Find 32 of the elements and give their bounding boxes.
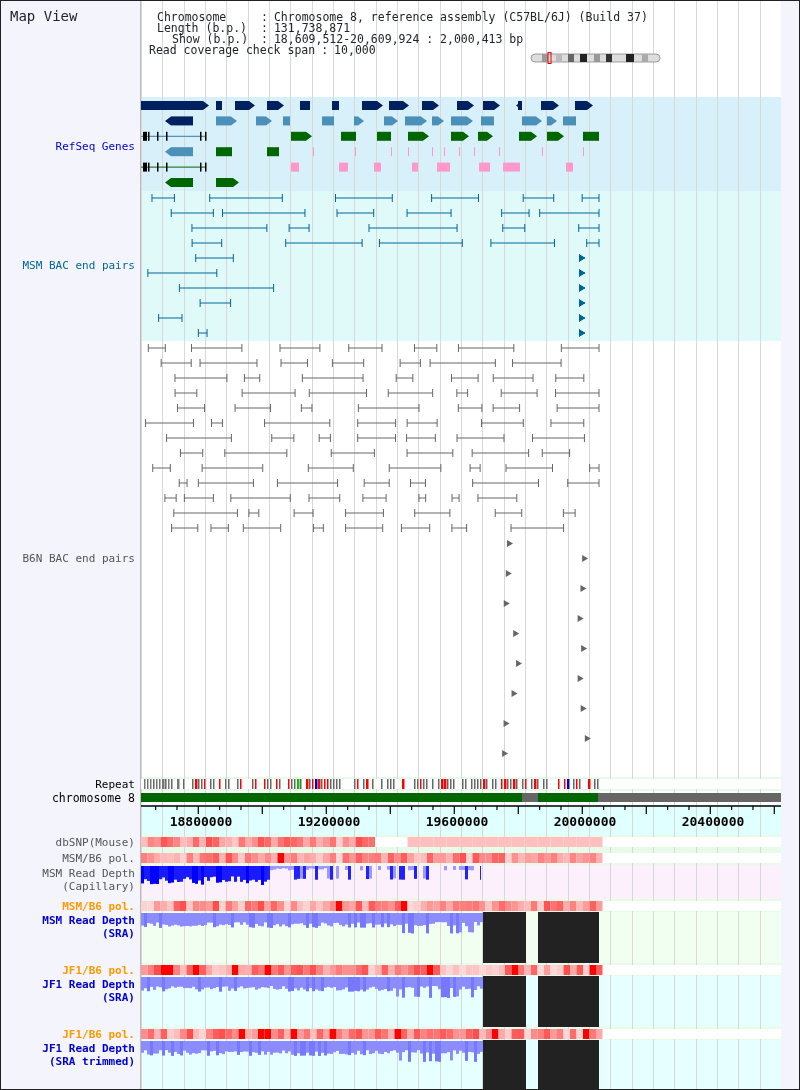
info-label: Read coverage check span [149,45,316,56]
info-value: 18,609,512-20,609,924 : 2,000,413 bp [273,34,524,45]
tick-label: 19600000 [425,814,489,829]
separator: : [261,34,268,45]
track-label: JF1 Read Depth (SRA) [42,978,135,1004]
track-label: JF1/B6 pol. [62,964,135,977]
tick-label: 20400000 [681,814,745,829]
info-value: 10,000 [334,45,376,56]
info-value: Chromosome 8, reference assembly (C57BL/6J) (Build 37) [273,12,648,23]
info-label: Chromosome [157,12,227,23]
info-value: 131,738,871 [273,23,351,34]
track-label: RefSeq Genes [55,140,135,153]
track-label: MSM Read Depth (Capillary) [42,867,135,893]
separator: : [261,23,268,34]
tick-label: 19200000 [297,814,361,829]
separator: : [261,12,268,23]
track-label: MSM BAC end pairs [22,259,135,272]
tick-label: 18800000 [169,814,233,829]
tick-label: 20000000 [553,814,617,829]
track-label: MSM/B6 pol. [62,900,135,913]
separator: : [321,45,329,56]
track-label: JF1 Read Depth (SRA trimmed) [42,1042,135,1068]
track-label: dbSNP(Mouse) [55,836,135,849]
view-title: Map View [10,10,78,23]
track-label: chromosome 8 [51,792,135,804]
track-label: JF1/B6 pol. [62,1028,135,1041]
track-label: MSM/B6 pol. [62,852,135,865]
track-label: B6N BAC end pairs [22,552,135,565]
info-label: Length (b.p.) [157,23,248,34]
info-label: Show (b.p.) [172,34,249,45]
track-label: Repeat [95,778,135,791]
track-label: MSM Read Depth (SRA) [42,914,135,940]
